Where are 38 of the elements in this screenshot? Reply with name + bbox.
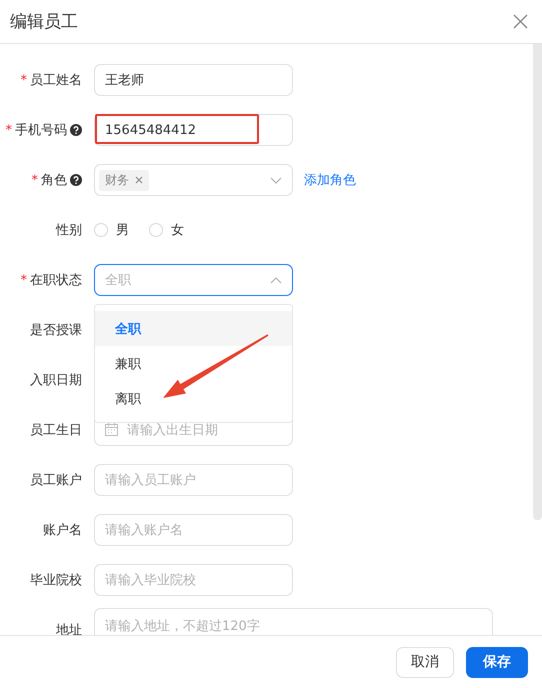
field-label: 在职状态 [30,272,82,289]
field-label: 账户名 [43,522,82,539]
save-button[interactable]: 保存 [466,646,528,678]
required-mark: * [20,72,27,88]
scrollbar[interactable] [533,44,542,520]
field-label: 毕业院校 [30,572,82,589]
address-field[interactable]: 请输入地址，不超过120字 [94,608,493,635]
close-icon[interactable] [513,14,528,29]
field-label: 员工姓名 [30,72,82,89]
chevron-icon [270,176,282,184]
required-mark: * [32,172,38,188]
field-label: 手机号码 [15,122,67,139]
field-label: 角色 [41,172,67,189]
input-field[interactable]: 请输入账户名 [94,514,293,546]
dropdown-option[interactable]: 离职 [95,381,292,416]
radio-option[interactable]: 男 [94,221,129,239]
required-mark: * [6,122,12,138]
dropdown-option[interactable]: 全职 [95,311,292,346]
dropdown-option[interactable]: 兼职 [95,346,292,381]
dialog-title: 编辑员工 [10,11,78,33]
field-label: 入职日期 [30,372,82,389]
help-icon[interactable] [70,124,82,136]
field-label: 是否授课 [30,322,82,339]
field-label: 员工账户 [30,472,82,489]
close-icon[interactable] [135,176,143,184]
tag: 财务 [99,170,149,190]
add-role-link[interactable]: 添加角色 [304,171,356,189]
cancel-button[interactable]: 取消 [396,646,454,678]
field-label: 性别 [56,222,82,239]
help-icon[interactable] [70,174,82,186]
chevron-icon [270,276,282,284]
radio-option[interactable]: 女 [149,221,184,239]
input-field[interactable]: 请输入毕业院校 [94,564,293,596]
required-mark: * [20,272,27,288]
calendar-icon [105,423,118,436]
input-field[interactable]: 王老师 [94,64,293,96]
input-field[interactable]: 请输入员工账户 [94,464,293,496]
field-label: 员工生日 [30,422,82,439]
